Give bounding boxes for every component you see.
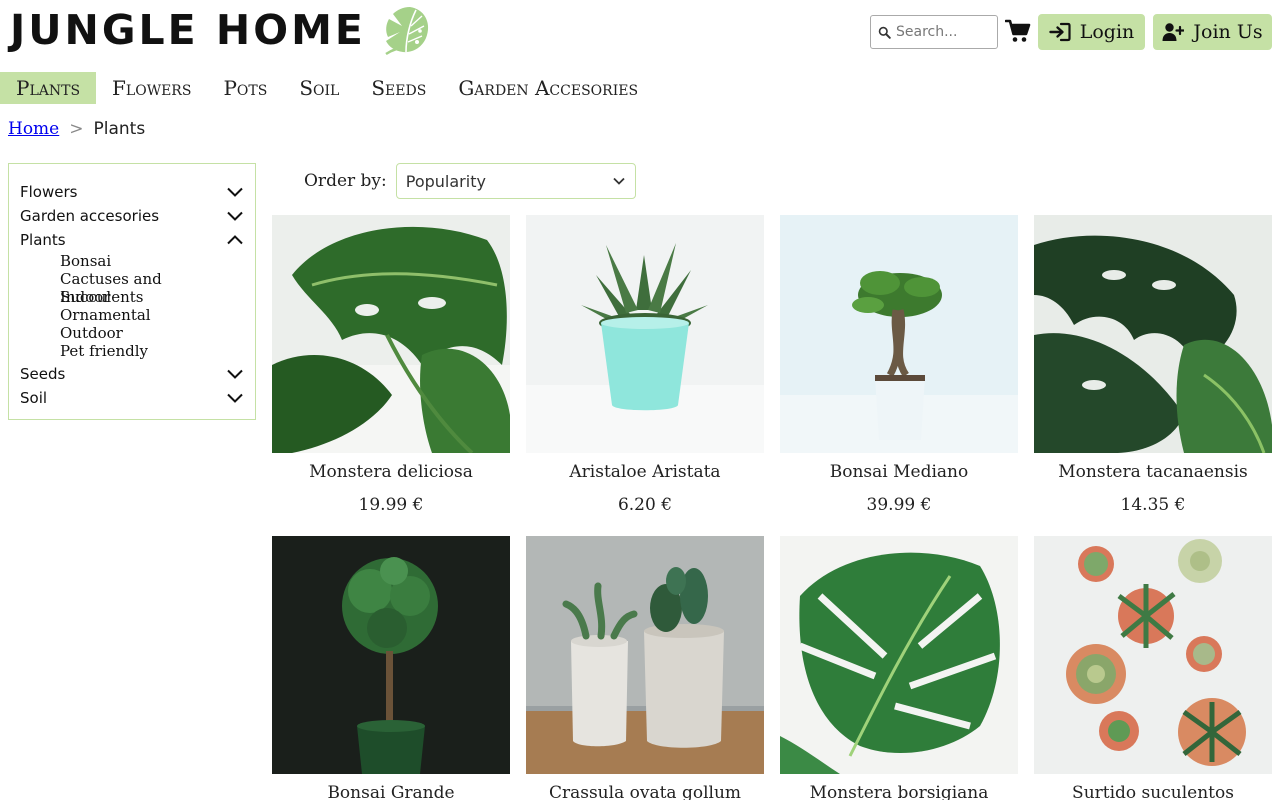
chevron-down-icon[interactable] bbox=[227, 211, 243, 221]
product-card[interactable]: Monstera deliciosa 19.99 € bbox=[272, 215, 510, 516]
shopping-cart-icon[interactable] bbox=[1005, 18, 1031, 44]
product-card[interactable]: Aristaloe Aristata 6.20 € bbox=[526, 215, 764, 516]
product-image[interactable] bbox=[780, 536, 1018, 774]
subcategory-cactuses-and-succulents[interactable]: Cactuses and Succulents bbox=[60, 270, 244, 306]
breadcrumb-current: Plants bbox=[93, 119, 146, 139]
chevron-down-icon[interactable] bbox=[227, 369, 243, 379]
chevron-down-icon bbox=[613, 177, 625, 185]
plants-subcategory-list: Bonsai Cactuses and Succulents Indoor Or… bbox=[20, 252, 244, 360]
subcategory-pet-friendly[interactable]: Pet friendly bbox=[60, 342, 244, 360]
nav-item-garden-accesories[interactable]: Garden Accesories bbox=[442, 72, 654, 104]
product-name: Bonsai Mediano bbox=[829, 462, 969, 482]
subcategory-indoor[interactable]: Indoor bbox=[60, 288, 244, 306]
join-button[interactable]: Join Us bbox=[1153, 14, 1272, 50]
subcategory-bonsai[interactable]: Bonsai bbox=[60, 252, 244, 270]
nav-item-soil[interactable]: Soil bbox=[283, 72, 355, 104]
user-plus-icon bbox=[1162, 23, 1185, 41]
sidebar-category-label: Plants bbox=[20, 231, 66, 249]
breadcrumb-separator: > bbox=[69, 119, 84, 139]
order-by-control: Order by: Popularity bbox=[304, 163, 636, 199]
sidebar-category-label: Garden accesories bbox=[20, 207, 160, 225]
product-name: Aristaloe Aristata bbox=[569, 462, 721, 482]
nav-item-seeds[interactable]: Seeds bbox=[355, 72, 442, 104]
sidebar-category-flowers[interactable]: Flowers bbox=[20, 180, 244, 204]
sidebar-category-garden-accesories[interactable]: Garden accesories bbox=[20, 204, 244, 228]
product-image[interactable] bbox=[1034, 536, 1272, 774]
sidebar-category-seeds[interactable]: Seeds bbox=[20, 362, 244, 386]
site-header: JUNGLE HOME Login bbox=[0, 0, 1280, 64]
sidebar-category-plants[interactable]: Plants bbox=[20, 228, 244, 252]
product-card[interactable]: Surtido suculentos bbox=[1034, 536, 1272, 800]
chevron-down-icon[interactable] bbox=[227, 187, 243, 197]
order-by-label: Order by: bbox=[304, 171, 387, 191]
subcategory-ornamental[interactable]: Ornamental bbox=[60, 306, 244, 324]
join-label: Join Us bbox=[1193, 21, 1263, 43]
product-card[interactable]: Monstera tacanaensis 14.35 € bbox=[1034, 215, 1272, 516]
product-name: Surtido suculentos bbox=[1072, 783, 1234, 800]
product-price: 39.99 € bbox=[866, 495, 932, 515]
sidebar-category-label: Soil bbox=[20, 389, 48, 407]
product-name: Crassula ovata gollum bbox=[548, 783, 742, 800]
order-by-selected-value: Popularity bbox=[405, 171, 486, 191]
sign-in-icon bbox=[1049, 22, 1071, 42]
brand-logo[interactable]: JUNGLE HOME bbox=[10, 4, 432, 56]
product-name: Bonsai Grande bbox=[327, 783, 455, 800]
product-name: Monstera tacanaensis bbox=[1058, 462, 1248, 482]
nav-item-pots[interactable]: Pots bbox=[207, 72, 283, 104]
search-box[interactable] bbox=[870, 15, 998, 49]
chevron-up-icon[interactable] bbox=[227, 235, 243, 245]
product-card[interactable]: Monstera borsigiana bbox=[780, 536, 1018, 800]
main-nav: Plants Flowers Pots Soil Seeds Garden Ac… bbox=[0, 72, 654, 104]
breadcrumb-home-link[interactable]: Home bbox=[8, 119, 59, 139]
brand-name: JUNGLE HOME bbox=[10, 6, 366, 54]
sidebar-category-label: Seeds bbox=[20, 365, 66, 383]
monstera-leaf-icon bbox=[385, 7, 429, 56]
product-image[interactable] bbox=[272, 536, 510, 774]
sidebar-category-soil[interactable]: Soil bbox=[20, 386, 244, 410]
product-card[interactable]: Bonsai Grande bbox=[272, 536, 510, 800]
nav-item-plants[interactable]: Plants bbox=[0, 72, 97, 104]
nav-item-flowers[interactable]: Flowers bbox=[96, 72, 207, 104]
product-price: 19.99 € bbox=[358, 495, 424, 515]
search-icon bbox=[878, 26, 891, 39]
product-price: 6.20 € bbox=[617, 495, 673, 515]
product-image[interactable] bbox=[526, 536, 764, 774]
subcategory-outdoor[interactable]: Outdoor bbox=[60, 324, 244, 342]
product-name: Monstera borsigiana bbox=[809, 783, 989, 800]
product-image[interactable] bbox=[780, 215, 1018, 453]
product-image[interactable] bbox=[1034, 215, 1272, 453]
category-sidebar: Flowers Garden accesories Plants Bonsai … bbox=[8, 163, 256, 420]
search-input[interactable] bbox=[896, 24, 996, 40]
login-label: Login bbox=[1079, 21, 1135, 43]
sidebar-category-label: Flowers bbox=[20, 183, 78, 201]
chevron-down-icon[interactable] bbox=[227, 393, 243, 403]
product-price: 14.35 € bbox=[1120, 495, 1186, 515]
product-card[interactable]: Crassula ovata gollum bbox=[526, 536, 764, 800]
breadcrumb: Home > Plants bbox=[8, 119, 145, 139]
login-button[interactable]: Login bbox=[1038, 14, 1145, 50]
product-card[interactable]: Bonsai Mediano 39.99 € bbox=[780, 215, 1018, 516]
product-name: Monstera deliciosa bbox=[309, 462, 473, 482]
product-image[interactable] bbox=[272, 215, 510, 453]
order-by-select[interactable]: Popularity bbox=[395, 163, 636, 199]
product-image[interactable] bbox=[526, 215, 764, 453]
